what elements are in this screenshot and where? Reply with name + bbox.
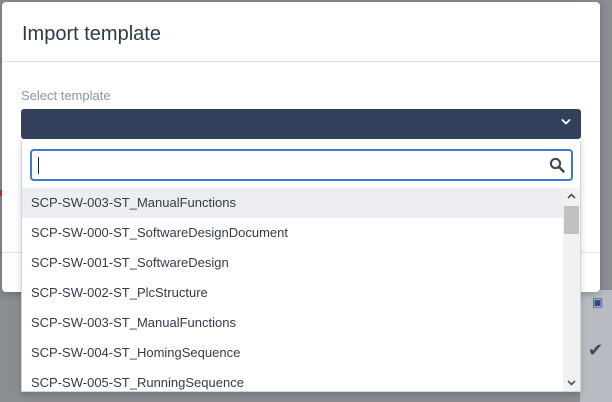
list-item[interactable]: SCP-SW-003-ST_ManualFunctions xyxy=(22,308,563,338)
chevron-down-icon xyxy=(561,119,571,125)
list-item[interactable]: SCP-SW-000-ST_SoftwareDesignDocument xyxy=(22,218,563,248)
grid-icon: ▣ xyxy=(592,295,604,309)
search-icon[interactable] xyxy=(549,157,565,173)
search-input[interactable] xyxy=(38,154,538,176)
template-list: SCP-SW-003-ST_ManualFunctions SCP-SW-000… xyxy=(22,188,563,391)
scroll-up-arrow-icon[interactable] xyxy=(563,188,580,205)
list-item[interactable]: SCP-SW-002-ST_PlcStructure xyxy=(22,278,563,308)
list-scrollbar[interactable] xyxy=(563,188,580,391)
search-box[interactable] xyxy=(30,149,573,181)
check-icon: ✔ xyxy=(588,340,604,360)
list-item[interactable]: SCP-SW-003-ST_ManualFunctions xyxy=(22,188,563,218)
text-caret xyxy=(38,157,39,174)
scroll-down-arrow-icon[interactable] xyxy=(563,374,580,391)
scroll-thumb[interactable] xyxy=(564,206,579,234)
dialog-title: Import template xyxy=(22,23,161,45)
template-select[interactable] xyxy=(21,109,581,139)
list-item[interactable]: SCP-SW-001-ST_SoftwareDesign xyxy=(22,248,563,278)
dialog-header: Import template xyxy=(2,2,600,62)
list-item[interactable]: SCP-SW-005-ST_RunningSequence xyxy=(22,368,563,391)
list-item[interactable]: SCP-SW-004-ST_HomingSequence xyxy=(22,338,563,368)
select-template-label: Select template xyxy=(21,88,111,103)
template-dropdown: SCP-SW-003-ST_ManualFunctions SCP-SW-000… xyxy=(21,141,581,392)
